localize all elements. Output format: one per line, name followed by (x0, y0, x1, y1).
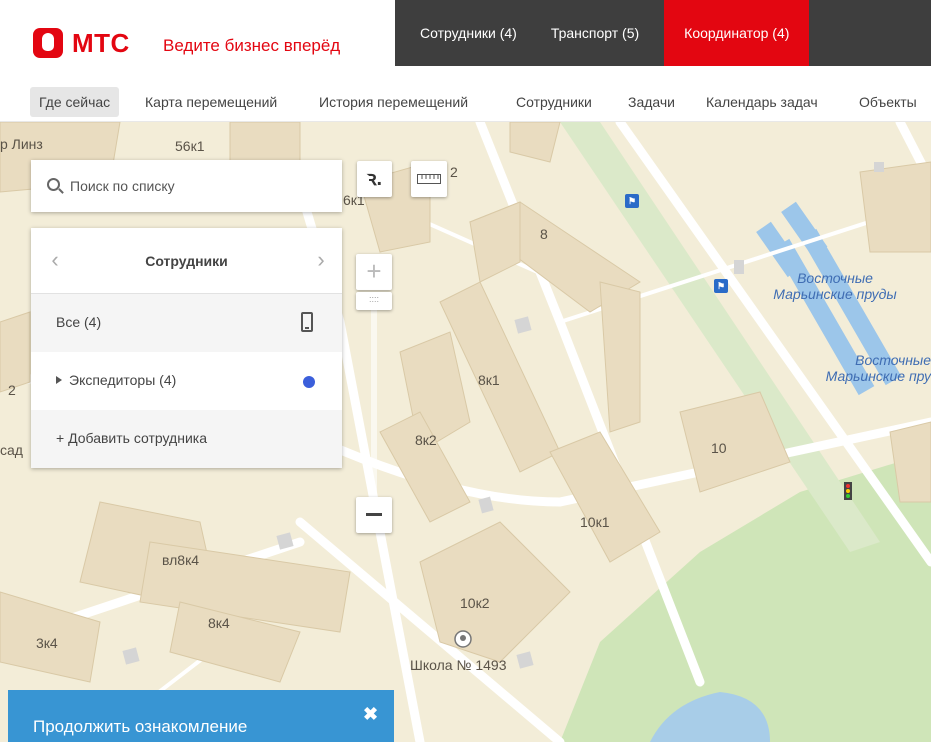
ruler-tool-button[interactable] (411, 161, 447, 197)
banner-text: Продолжить ознакомление (33, 717, 248, 736)
list-item-label: Все (4) (56, 314, 102, 330)
map-label: вл8к4 (162, 552, 199, 568)
logo-text[interactable]: МТС (72, 28, 130, 59)
search-input[interactable] (68, 174, 328, 198)
employees-panel: ‹ Сотрудники › Все (4) Экспедиторы (4) +… (31, 228, 342, 468)
list-item-all[interactable]: Все (4) (31, 294, 342, 352)
zoom-handle[interactable]: :::: (356, 292, 392, 310)
subnav-movement-history[interactable]: История перемещений (310, 87, 477, 117)
pond-label: Восточные Марьинские пруды (773, 270, 897, 302)
map-label: 3к4 (36, 635, 58, 651)
tab-coordinator[interactable]: Координатор (4) (664, 0, 810, 66)
bus-stop-icon: ⚑ (714, 279, 728, 293)
map-label: 8 (540, 226, 548, 242)
top-header: МТС Ведите бизнес вперёд Сотрудники (4) … (0, 0, 931, 80)
map-label: 2 (450, 164, 458, 180)
phone-icon (301, 312, 313, 332)
tab-employees[interactable]: Сотрудники (4) (395, 0, 534, 66)
bus-stop-icon: ⚑ (625, 194, 639, 208)
pond-label: Восточные Марьинские пру (825, 352, 931, 384)
continue-tour-banner[interactable]: Продолжить ознакомление ✖ (8, 690, 394, 742)
route-icon: ꝛ. (366, 168, 383, 190)
school-label: Школа № 1493 (410, 657, 507, 673)
map-label: сад (0, 442, 23, 458)
map-label: 10 (711, 440, 727, 456)
zoom-out-button[interactable] (356, 497, 392, 533)
map-label: 56к1 (175, 138, 205, 154)
route-tool-button[interactable]: ꝛ. (357, 161, 392, 197)
top-nav: Сотрудники (4) Транспорт (5) Координатор… (395, 0, 931, 66)
subnav-tasks[interactable]: Задачи (619, 87, 684, 117)
panel-header: ‹ Сотрудники › (31, 228, 342, 294)
minus-icon (366, 513, 382, 516)
tab-transport[interactable]: Транспорт (5) (534, 0, 656, 66)
list-item-group[interactable]: Экспедиторы (4) (31, 352, 342, 410)
chevron-right-icon[interactable]: › (311, 249, 331, 271)
map-label: 8к1 (478, 372, 500, 388)
zoom-track[interactable] (371, 292, 377, 502)
list-item-label: Экспедиторы (4) (69, 372, 177, 388)
map-label: 10к2 (460, 595, 490, 611)
subnav-employees[interactable]: Сотрудники (507, 87, 601, 117)
map-label: 8к2 (415, 432, 437, 448)
zoom-in-button[interactable]: + (356, 254, 392, 290)
subnav-objects[interactable]: Объекты (850, 87, 926, 117)
subnav-movement-map[interactable]: Карта перемещений (136, 87, 286, 117)
close-icon[interactable]: ✖ (363, 704, 378, 725)
sub-nav: Где сейчас Карта перемещений История пер… (0, 80, 931, 122)
search-box (31, 160, 342, 212)
mts-logo-icon[interactable] (33, 28, 63, 58)
slogan: Ведите бизнес вперёд (163, 36, 341, 55)
expand-arrow-icon[interactable] (56, 376, 62, 384)
ruler-icon (417, 174, 441, 184)
map-label: 8к4 (208, 615, 230, 631)
subnav-where-now[interactable]: Где сейчас (30, 87, 120, 117)
add-employee-label: + Добавить сотрудника (56, 430, 207, 446)
status-dot (303, 376, 315, 388)
map-label: р Линз (0, 136, 43, 152)
add-employee-button[interactable]: + Добавить сотрудника (31, 410, 342, 468)
subnav-task-calendar[interactable]: Календарь задач (697, 87, 827, 117)
map-label: 2 (8, 382, 16, 398)
panel-title: Сотрудники (145, 253, 228, 269)
search-icon (47, 178, 60, 191)
map-label: 10к1 (580, 514, 610, 530)
